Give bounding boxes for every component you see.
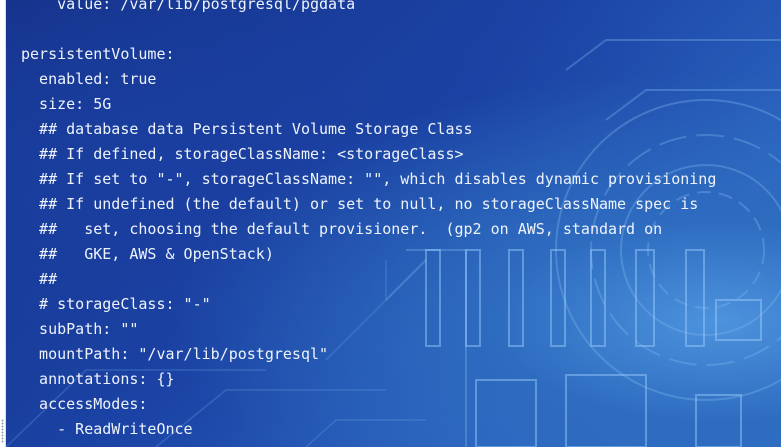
terminal-line: # ... [21,442,716,447]
terminal-line: ## If defined, storageClassName: <storag… [21,145,464,163]
terminal-line: ## If undefined (the default) or set to … [21,195,699,213]
terminal-line: # storageClass: "-" [21,295,211,313]
terminal-line: ## GKE, AWS & OpenStack) [21,245,274,263]
screen: value: /var/lib/postgresql/pgdata persist… [0,0,781,447]
terminal-line: size: 5G [21,95,112,113]
terminal-line: annotations: {} [21,370,175,388]
terminal-line: ## If set to "-", storageClassName: "", … [21,170,717,188]
terminal-line: value: /var/lib/postgresql/pgdata [21,0,356,13]
resize-grip-icon[interactable] [1,419,4,443]
terminal-text[interactable]: value: /var/lib/postgresql/pgdata persist… [21,0,716,447]
terminal-line: accessModes: [21,395,148,413]
terminal-line: enabled: true [21,70,157,88]
terminal-line: subPath: "" [21,320,139,338]
terminal-window[interactable]: value: /var/lib/postgresql/pgdata persist… [6,0,781,447]
terminal-line: mountPath: "/var/lib/postgresql" [21,345,329,363]
terminal-line: ## set, choosing the default provisioner… [21,220,663,238]
terminal-line: ## [21,270,58,288]
terminal-line: ## database data Persistent Volume Stora… [21,120,473,138]
terminal-line: persistentVolume: [21,45,175,63]
terminal-line: - ReadWriteOnce [21,420,193,438]
